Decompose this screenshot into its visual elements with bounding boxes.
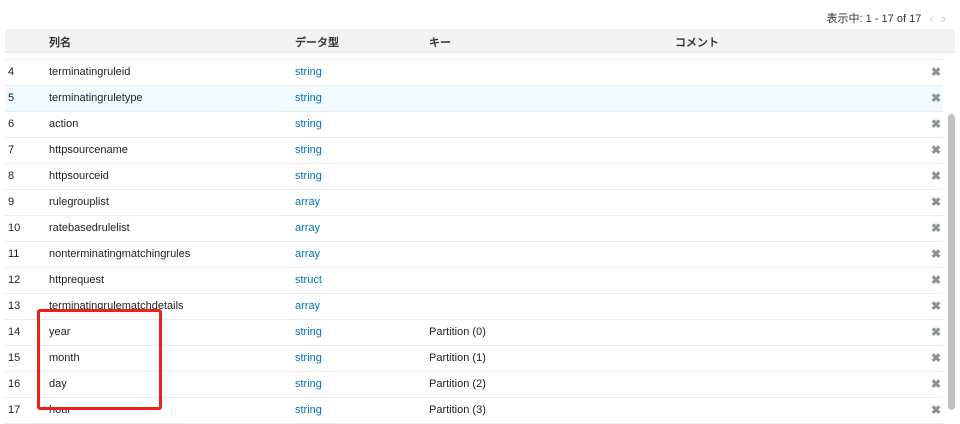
close-icon[interactable]: ✖ bbox=[931, 377, 941, 391]
row-number: 17 bbox=[8, 404, 21, 416]
column-name: rulegrouplist bbox=[49, 196, 109, 208]
data-type-link[interactable]: string bbox=[295, 378, 322, 390]
column-header-name[interactable]: 列名 bbox=[49, 34, 71, 50]
column-name: httpsourcename bbox=[49, 144, 128, 156]
column-header-comment[interactable]: コメント bbox=[675, 34, 719, 50]
data-type-link[interactable]: string bbox=[295, 66, 322, 78]
close-icon[interactable]: ✖ bbox=[931, 325, 941, 339]
table-row[interactable]: 6 action string ✖ bbox=[5, 112, 943, 138]
row-number: 7 bbox=[8, 144, 15, 156]
close-icon[interactable]: ✖ bbox=[931, 273, 941, 287]
data-type-link[interactable]: string bbox=[295, 92, 322, 104]
table-row[interactable]: 5 terminatingruletype string ✖ bbox=[5, 86, 943, 112]
data-type-link[interactable]: string bbox=[295, 144, 322, 156]
data-type-link[interactable]: string bbox=[295, 352, 322, 364]
table-row[interactable]: 11 nonterminatingmatchingrules array ✖ bbox=[5, 242, 943, 268]
scrollbar[interactable] bbox=[948, 60, 955, 412]
chevron-right-icon[interactable]: › bbox=[942, 11, 946, 26]
data-type-link[interactable]: array bbox=[295, 248, 320, 260]
close-icon[interactable]: ✖ bbox=[931, 195, 941, 209]
column-name: day bbox=[49, 378, 67, 390]
column-name: terminatingrulematchdetails bbox=[49, 300, 184, 312]
data-type-link[interactable]: array bbox=[295, 196, 320, 208]
table-row[interactable]: 17 hour string Partition (3) ✖ bbox=[5, 398, 943, 424]
pagination-text: 表示中: 1 - 17 of 17 bbox=[826, 13, 922, 25]
data-type-link[interactable]: array bbox=[295, 300, 320, 312]
close-icon[interactable]: ✖ bbox=[931, 299, 941, 313]
partition-key: Partition (1) bbox=[429, 352, 486, 364]
data-type-link[interactable]: string bbox=[295, 118, 322, 130]
table-row[interactable]: 9 rulegrouplist array ✖ bbox=[5, 190, 943, 216]
row-number: 13 bbox=[8, 300, 21, 312]
row-number: 12 bbox=[8, 274, 21, 286]
close-icon[interactable]: ✖ bbox=[931, 403, 941, 417]
row-number: 15 bbox=[8, 352, 21, 364]
chevron-left-icon[interactable]: ‹ bbox=[929, 11, 933, 26]
column-name: year bbox=[49, 326, 71, 338]
data-type-link[interactable]: string bbox=[295, 404, 322, 416]
row-number: 4 bbox=[8, 66, 15, 78]
row-number: 9 bbox=[8, 196, 15, 208]
column-name: month bbox=[49, 352, 80, 364]
table-row[interactable]: 13 terminatingrulematchdetails array ✖ bbox=[5, 294, 943, 320]
table-row[interactable]: 15 month string Partition (1) ✖ bbox=[5, 346, 943, 372]
close-icon[interactable]: ✖ bbox=[931, 351, 941, 365]
partition-key: Partition (2) bbox=[429, 378, 486, 390]
row-number: 6 bbox=[8, 118, 15, 130]
table-row[interactable]: 14 year string Partition (0) ✖ bbox=[5, 320, 943, 346]
column-name: nonterminatingmatchingrules bbox=[49, 248, 191, 260]
close-icon[interactable]: ✖ bbox=[931, 143, 941, 157]
column-name: action bbox=[49, 118, 79, 130]
row-number: 8 bbox=[8, 170, 15, 182]
table-row[interactable]: 10 ratebasedrulelist array ✖ bbox=[5, 216, 943, 242]
row-number: 16 bbox=[8, 378, 21, 390]
column-name: terminatingruletype bbox=[49, 92, 143, 104]
close-icon[interactable]: ✖ bbox=[931, 117, 941, 131]
data-type-link[interactable]: array bbox=[295, 222, 320, 234]
close-icon[interactable]: ✖ bbox=[931, 91, 941, 105]
data-type-link[interactable]: string bbox=[295, 170, 322, 182]
close-icon[interactable]: ✖ bbox=[931, 247, 941, 261]
column-name: ratebasedrulelist bbox=[49, 222, 130, 234]
columns-table: 4 terminatingruleid string ✖ 5 terminatingrul… bbox=[5, 59, 943, 424]
scrollbar-thumb[interactable] bbox=[948, 114, 955, 410]
data-type-link[interactable]: struct bbox=[295, 274, 322, 286]
row-number: 10 bbox=[8, 222, 21, 234]
column-name: httprequest bbox=[49, 274, 105, 286]
close-icon[interactable]: ✖ bbox=[931, 169, 941, 183]
row-number: 11 bbox=[8, 248, 20, 260]
column-name: terminatingruleid bbox=[49, 66, 131, 78]
row-number: 5 bbox=[8, 92, 15, 104]
table-row[interactable]: 16 day string Partition (2) ✖ bbox=[5, 372, 943, 398]
table-row[interactable]: 7 httpsourcename string ✖ bbox=[5, 138, 943, 164]
row-number: 14 bbox=[8, 326, 21, 338]
column-header-type[interactable]: データ型 bbox=[295, 34, 339, 50]
column-header-key[interactable]: キー bbox=[429, 34, 451, 50]
partition-key: Partition (3) bbox=[429, 404, 486, 416]
partition-key: Partition (0) bbox=[429, 326, 486, 338]
table-header: 列名 データ型 キー コメント bbox=[5, 29, 955, 53]
pagination: 表示中: 1 - 17 of 17 ‹ › bbox=[827, 10, 946, 26]
table-row[interactable]: 8 httpsourceid string ✖ bbox=[5, 164, 943, 190]
column-name: hour bbox=[49, 404, 72, 416]
close-icon[interactable]: ✖ bbox=[931, 65, 941, 79]
close-icon[interactable]: ✖ bbox=[931, 221, 941, 235]
table-row[interactable]: 4 terminatingruleid string ✖ bbox=[5, 59, 943, 86]
column-name: httpsourceid bbox=[49, 170, 109, 182]
data-type-link[interactable]: string bbox=[295, 326, 322, 338]
table-row[interactable]: 12 httprequest struct ✖ bbox=[5, 268, 943, 294]
